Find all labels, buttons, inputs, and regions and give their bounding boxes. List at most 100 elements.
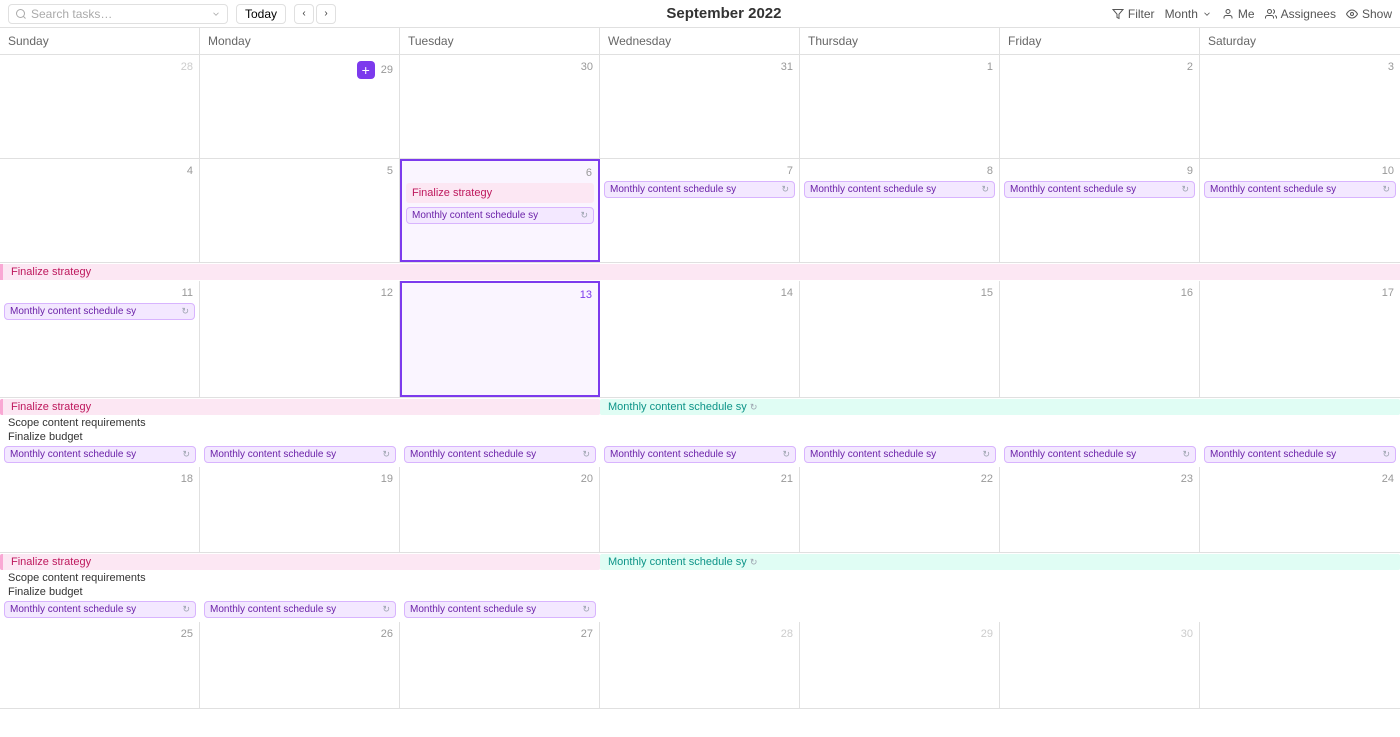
monthly-content-event-8[interactable]: Monthly content schedule sy ↻	[804, 181, 995, 198]
monthly-content-span-week4[interactable]: Monthly content schedule sy ↻	[600, 554, 1400, 570]
date-sep13: 13	[406, 287, 594, 305]
chevron-down-icon2	[1202, 9, 1212, 19]
cell-aug29[interactable]: + 29	[200, 55, 400, 158]
cell-sep3[interactable]: 3	[1200, 55, 1400, 158]
cell-sep30[interactable]: 30	[1000, 622, 1200, 708]
scope-content-row-w4[interactable]: Scope content requirements	[0, 571, 1400, 585]
filter-button[interactable]: Filter	[1112, 7, 1155, 21]
scope-content-row[interactable]: Scope content requirements	[0, 416, 1400, 430]
prev-month-button[interactable]: ‹	[294, 4, 314, 24]
cell-sep23[interactable]: 23	[1000, 467, 1200, 553]
cell-sep12[interactable]: 12	[200, 281, 400, 397]
finalize-strategy-span-week4[interactable]: Finalize strategy	[0, 554, 600, 570]
topbar-right: Filter Month Me Assignees Show	[1112, 7, 1392, 21]
cell-sep20[interactable]: 20	[400, 467, 600, 553]
cell-sep24[interactable]: 24	[1200, 467, 1400, 553]
monthly-content-event-20[interactable]: Monthly content schedule sy ↻	[404, 446, 596, 463]
week-0: 28 + 29 30 31 1 2	[0, 55, 1400, 159]
add-task-button[interactable]: +	[357, 61, 375, 79]
cell-sep14[interactable]: 14	[600, 281, 800, 397]
week3-event-tags: Monthly content schedule sy ↻ Monthly co…	[0, 444, 1400, 467]
cell-sep30[interactable]: 30	[400, 55, 600, 158]
monthly-content-event-21[interactable]: Monthly content schedule sy ↻	[604, 446, 796, 463]
me-button[interactable]: Me	[1222, 7, 1255, 21]
assignees-button[interactable]: Assignees	[1265, 7, 1336, 21]
finalize-strategy-span-week3[interactable]: Finalize strategy	[0, 399, 600, 415]
cell-sep31[interactable]: 31	[600, 55, 800, 158]
monthly-content-event-10[interactable]: Monthly content schedule sy ↻	[1204, 181, 1396, 198]
monthly-content-event-7[interactable]: Monthly content schedule sy ↻	[604, 181, 795, 198]
cell-sep26[interactable]: 26	[200, 622, 400, 708]
week4-event-tags: Monthly content schedule sy ↻ Monthly co…	[0, 599, 1400, 622]
cell-sep13[interactable]: 13	[400, 281, 600, 397]
week4-tag-sun: Monthly content schedule sy ↻	[0, 599, 200, 622]
nav-arrows: ‹ ›	[294, 4, 336, 24]
date-sep19: 19	[204, 471, 395, 489]
month-button[interactable]: Month	[1165, 7, 1212, 21]
next-month-button[interactable]: ›	[316, 4, 336, 24]
week4-tag-sat	[1200, 599, 1400, 622]
cell-sep2[interactable]: 2	[1000, 55, 1200, 158]
date-aug29: + 29	[204, 59, 395, 83]
cell-sep22[interactable]: 22	[800, 467, 1000, 553]
week3-tag-sat: Monthly content schedule sy ↻	[1200, 444, 1400, 467]
cell-sep15[interactable]: 15	[800, 281, 1000, 397]
cell-sep28[interactable]: 28	[600, 622, 800, 708]
date-sep9: 9	[1004, 163, 1195, 181]
day-header-friday: Friday	[1000, 28, 1200, 54]
date-sep22: 22	[804, 471, 995, 489]
monthly-content-span-wed-sat[interactable]: Monthly content schedule sy ↻	[600, 399, 1400, 415]
cell-aug28[interactable]: 28	[0, 55, 200, 158]
finalize-budget-row-w4[interactable]: Finalize budget	[0, 585, 1400, 599]
search-box[interactable]: Search tasks…	[8, 4, 228, 24]
cell-sep25[interactable]: 25	[0, 622, 200, 708]
cell-sep21[interactable]: 21	[600, 467, 800, 553]
sync-icon: ↻	[580, 210, 588, 221]
cell-empty[interactable]	[1200, 622, 1400, 708]
sync-icon-25: ↻	[182, 604, 190, 615]
today-button[interactable]: Today	[236, 4, 286, 24]
week-2: Finalize strategy 11 Monthly content sch…	[0, 263, 1400, 398]
cell-sep10[interactable]: 10 Monthly content schedule sy ↻	[1200, 159, 1400, 262]
week4-tag-mon: Monthly content schedule sy ↻	[200, 599, 400, 622]
sync-icon-7: ↻	[781, 184, 789, 195]
monthly-content-event-22[interactable]: Monthly content schedule sy ↻	[804, 446, 996, 463]
cell-sep8[interactable]: 8 Monthly content schedule sy ↻	[800, 159, 1000, 262]
date-sep21: 21	[604, 471, 795, 489]
cell-sep4[interactable]: 4	[0, 159, 200, 262]
cell-sep29[interactable]: 29	[800, 622, 1000, 708]
week3-tag-tue: Monthly content schedule sy ↻	[400, 444, 600, 467]
monthly-content-event-26[interactable]: Monthly content schedule sy ↻	[204, 601, 396, 618]
finalize-strategy-event-6[interactable]: Finalize strategy	[406, 183, 594, 203]
cell-sep18[interactable]: 18	[0, 467, 200, 553]
cell-sep5[interactable]: 5	[200, 159, 400, 262]
cell-sep6[interactable]: 6 Finalize strategy Monthly content sche…	[400, 159, 600, 262]
show-button[interactable]: Show	[1346, 7, 1392, 21]
monthly-content-event-19[interactable]: Monthly content schedule sy ↻	[204, 446, 396, 463]
cell-sep7[interactable]: 7 Monthly content schedule sy ↻	[600, 159, 800, 262]
monthly-content-event-27[interactable]: Monthly content schedule sy ↻	[404, 601, 596, 618]
finalize-budget-row[interactable]: Finalize budget	[0, 430, 1400, 444]
cell-sep17[interactable]: 17	[1200, 281, 1400, 397]
finalize-strategy-span-bar-week2[interactable]: Finalize strategy	[0, 264, 1400, 280]
cell-sep19[interactable]: 19	[200, 467, 400, 553]
monthly-content-event-6[interactable]: Monthly content schedule sy ↻	[406, 207, 594, 224]
monthly-content-event-9[interactable]: Monthly content schedule sy ↻	[1004, 181, 1195, 198]
sync-icon-11: ↻	[181, 306, 189, 317]
monthly-content-event-23[interactable]: Monthly content schedule sy ↻	[1004, 446, 1196, 463]
monthly-content-event-25[interactable]: Monthly content schedule sy ↻	[4, 601, 196, 618]
monthly-content-event-18[interactable]: Monthly content schedule sy ↻	[4, 446, 196, 463]
day-headers: Sunday Monday Tuesday Wednesday Thursday…	[0, 28, 1400, 55]
date-sep29: 29	[804, 626, 995, 644]
week-3: Finalize strategy Monthly content schedu…	[0, 398, 1400, 554]
calendar-container: Search tasks… Today ‹ › September 2022 F…	[0, 0, 1400, 709]
cell-sep16[interactable]: 16	[1000, 281, 1200, 397]
date-sep20: 20	[404, 471, 595, 489]
monthly-content-event-24[interactable]: Monthly content schedule sy ↻	[1204, 446, 1396, 463]
cell-sep27[interactable]: 27	[400, 622, 600, 708]
week4-tag-wed	[600, 599, 800, 622]
monthly-content-event-11[interactable]: Monthly content schedule sy ↻	[4, 303, 195, 320]
cell-sep11[interactable]: 11 Monthly content schedule sy ↻	[0, 281, 200, 397]
cell-sep9[interactable]: 9 Monthly content schedule sy ↻	[1000, 159, 1200, 262]
cell-sep1[interactable]: 1	[800, 55, 1000, 158]
